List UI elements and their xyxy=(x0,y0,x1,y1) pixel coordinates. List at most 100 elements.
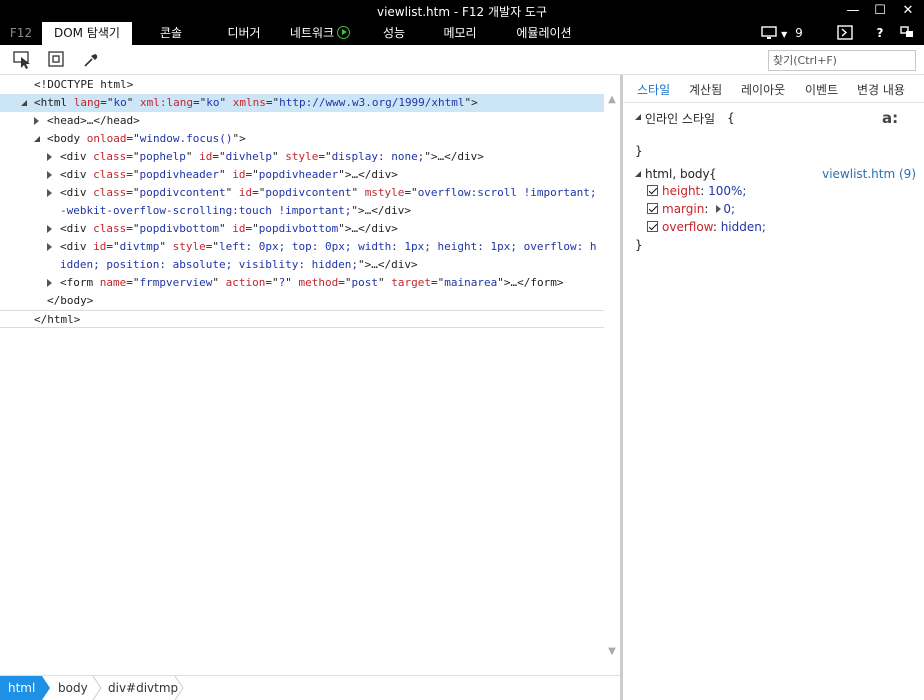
property-checkbox[interactable] xyxy=(647,221,658,232)
attribute-name: target xyxy=(391,276,431,289)
expand-triangle-icon[interactable] xyxy=(716,205,722,213)
undock-button[interactable] xyxy=(896,22,918,45)
tag-text: " xyxy=(271,150,286,163)
attribute-name: onload xyxy=(86,132,127,145)
tab-computed[interactable]: 계산됨 xyxy=(689,81,722,98)
tab-emulation[interactable]: 에뮬레이션 xyxy=(506,22,582,45)
tab-styles[interactable]: 스타일 xyxy=(637,81,670,98)
tag-text: "> xyxy=(232,132,246,145)
property-checkbox[interactable] xyxy=(647,185,658,196)
dom-node-line[interactable]: <div class="popdivbottom" id="popdivbott… xyxy=(0,220,604,238)
emulation-count: 9 xyxy=(795,26,803,40)
breadcrumb-html[interactable]: html xyxy=(0,676,42,700)
dom-node-line[interactable]: <div class="popdivcontent" id="popdivcon… xyxy=(0,184,604,202)
tab-console[interactable]: 콘솔 xyxy=(145,22,197,45)
rule-selector[interactable]: html, body xyxy=(645,167,710,181)
style-property[interactable]: height: 100%; xyxy=(647,183,746,200)
monitor-icon xyxy=(761,26,777,39)
text-style-icon[interactable]: a: xyxy=(882,109,898,127)
attribute-value: ko xyxy=(113,96,127,109)
tag-text: "> xyxy=(464,96,478,109)
tag-text: " xyxy=(159,240,173,253)
property-name[interactable]: height xyxy=(662,184,700,198)
doctype-line[interactable]: <!DOCTYPE html> xyxy=(0,76,604,94)
expand-triangle-icon[interactable] xyxy=(47,153,52,161)
tab-events[interactable]: 이벤트 xyxy=(805,81,838,98)
expand-triangle-icon[interactable] xyxy=(47,189,52,197)
color-picker-button[interactable] xyxy=(80,49,102,71)
expand-triangle-icon[interactable] xyxy=(34,117,39,125)
dom-node-line[interactable]: <body onload="window.focus()"> xyxy=(0,130,604,148)
select-element-button[interactable] xyxy=(12,49,34,71)
tag-text: =" xyxy=(404,186,418,199)
tab-dom-explorer[interactable]: DOM 탐색기 xyxy=(42,22,132,45)
tab-layout[interactable]: 레이아웃 xyxy=(741,81,785,98)
expand-triangle-icon[interactable] xyxy=(47,243,52,251)
console-toggle-button[interactable] xyxy=(834,22,856,45)
property-checkbox[interactable] xyxy=(647,203,658,214)
dom-node-line[interactable]: <html lang="ko" xml:lang="ko" xmlns="htt… xyxy=(0,94,604,112)
breadcrumb-body[interactable]: body xyxy=(50,676,96,700)
scroll-up-icon[interactable]: ▲ xyxy=(607,95,617,105)
dom-tree-pane: <!DOCTYPE html> <html lang="ko" xml:lang… xyxy=(0,75,620,675)
minimize-button[interactable]: — xyxy=(839,0,867,22)
collapse-triangle-icon[interactable] xyxy=(635,171,641,177)
expand-triangle-icon[interactable] xyxy=(47,171,52,179)
close-button[interactable]: ✕ xyxy=(894,0,922,22)
tag-text: <body xyxy=(47,132,87,145)
tab-performance[interactable]: 성능 xyxy=(372,22,416,45)
tab-network[interactable]: 네트워크 xyxy=(282,22,358,45)
dom-scrollbar[interactable]: ▲ ▼ xyxy=(604,75,620,675)
find-input[interactable] xyxy=(768,50,916,71)
tool-tab-bar: F12 DOM 탐색기 콘솔 디버거 네트워크 성능 메모리 에뮬레이션 ▼ 9… xyxy=(0,22,924,45)
dom-node-markup: idden; position: absolute; visiblity: hi… xyxy=(60,256,418,274)
collapse-triangle-icon[interactable] xyxy=(21,100,27,106)
tab-debugger[interactable]: 디버거 xyxy=(218,22,270,45)
attribute-value: mainarea xyxy=(444,276,498,289)
dom-node-line[interactable]: <div class="pophelp" id="divhelp" style=… xyxy=(0,148,604,166)
attribute-value: pophelp xyxy=(139,150,186,163)
dom-node-line[interactable]: </body> xyxy=(0,292,604,310)
expand-triangle-icon[interactable] xyxy=(47,225,52,233)
style-property[interactable]: margin: 0; xyxy=(647,201,735,218)
attribute-value: popdivbottom xyxy=(139,222,219,235)
highlight-element-button[interactable] xyxy=(46,49,68,71)
property-value[interactable]: hidden; xyxy=(721,220,766,234)
dom-node-line[interactable]: <div id="divtmp" style="left: 0px; top: … xyxy=(0,238,604,256)
attribute-value: popdivbottom xyxy=(258,222,339,235)
inline-open-brace: { xyxy=(727,111,735,125)
dom-node-line[interactable]: <form name="frmpverview" action="?" meth… xyxy=(0,274,604,292)
tag-text: <div xyxy=(60,186,94,199)
tag-text: =" xyxy=(245,222,259,235)
property-name[interactable]: overflow xyxy=(662,220,713,234)
tag-text: =" xyxy=(100,96,114,109)
property-value[interactable]: 100%; xyxy=(708,184,746,198)
tag-text: " xyxy=(225,186,239,199)
emulation-dropdown[interactable]: ▼ 9 xyxy=(758,22,806,45)
expand-triangle-icon[interactable] xyxy=(47,279,52,287)
property-name[interactable]: margin xyxy=(662,202,704,216)
scroll-down-icon[interactable]: ▼ xyxy=(607,647,617,657)
collapse-triangle-icon[interactable] xyxy=(34,136,40,142)
rule-source-link[interactable]: viewlist.htm (9) xyxy=(822,167,916,181)
tag-text: <div xyxy=(60,240,94,253)
dom-node-line[interactable]: idden; position: absolute; visiblity: hi… xyxy=(0,256,604,274)
collapse-triangle-icon[interactable] xyxy=(635,114,641,120)
property-value[interactable]: 0; xyxy=(723,202,735,216)
style-property[interactable]: overflow: hidden; xyxy=(647,219,766,236)
breadcrumb-divtmp[interactable]: div#divtmp xyxy=(100,676,180,700)
attribute-name: id xyxy=(238,186,253,199)
tab-memory[interactable]: 메모리 xyxy=(434,22,486,45)
tag-text: " xyxy=(377,276,392,289)
tag-text: =" xyxy=(430,276,445,289)
dom-node-line[interactable]: <div class="popdivheader" id="popdivhead… xyxy=(0,166,604,184)
dom-node-line[interactable]: -webkit-overflow-scrolling:touch !import… xyxy=(0,202,604,220)
help-button[interactable]: ? xyxy=(870,22,890,45)
attribute-name: class xyxy=(93,222,127,235)
tag-text: " xyxy=(218,168,233,181)
dom-node-line[interactable]: </html> xyxy=(0,310,604,328)
tab-changes[interactable]: 변경 내용 xyxy=(857,81,905,98)
maximize-button[interactable]: ☐ xyxy=(866,0,894,22)
dom-node-line[interactable]: <head>…</head> xyxy=(0,112,604,130)
attribute-value: frmpverview xyxy=(139,276,213,289)
